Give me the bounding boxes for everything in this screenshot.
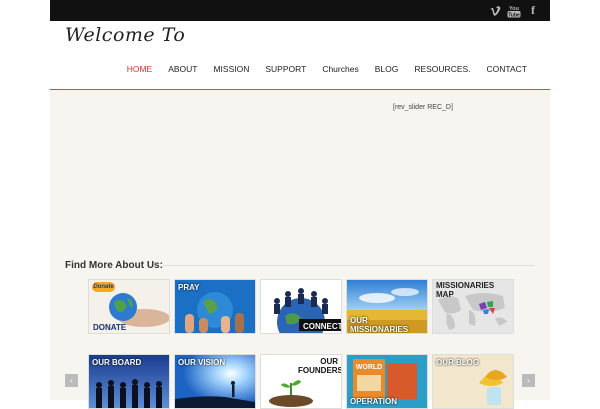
tile-missionaries-map-label: MISSIONARIES MAP <box>436 281 495 299</box>
tile-our-founders-label: OUR FOUNDERS <box>298 357 342 375</box>
nav-item-home[interactable]: HOME <box>119 64 161 74</box>
tile-our-vision[interactable]: OUR VISION <box>174 354 256 409</box>
carousel-prev-arrow[interactable]: ‹ <box>65 374 78 387</box>
donate-badge: Donate <box>92 282 115 292</box>
tile-connect-label: CONNECT <box>303 322 342 331</box>
tile-our-missionaries[interactable]: OUR MISSIONARIES <box>346 279 428 334</box>
section-divider <box>163 265 535 266</box>
facebook-icon-glyph: f <box>531 3 535 17</box>
tile-our-vision-label: OUR VISION <box>178 358 226 367</box>
tile-operation-world-label: OPERATION <box>350 397 397 406</box>
page-wrapper: You Tube f Welcome To HOME ABOUT MISSION… <box>50 0 550 409</box>
nav-item-blog[interactable]: BLOG <box>367 64 407 74</box>
youtube-icon-shape: You Tube <box>507 6 521 18</box>
tile-our-blog-label: OUR BLOG <box>436 358 480 367</box>
vimeo-icon-shape <box>490 5 500 16</box>
facebook-icon[interactable]: f <box>527 3 539 18</box>
tile-connect[interactable]: CONNECT <box>260 279 342 334</box>
nav-item-contact[interactable]: CONTACT <box>479 64 535 74</box>
tile-our-board-label: OUR BOARD <box>92 358 142 367</box>
nav-item-mission[interactable]: MISSION <box>205 64 257 74</box>
youtube-icon[interactable]: You Tube <box>506 3 522 18</box>
tile-missionaries-map[interactable]: MISSIONARIES MAP <box>432 279 514 334</box>
site-header: Welcome To HOME ABOUT MISSION SUPPORT Ch… <box>50 21 550 90</box>
vimeo-icon[interactable] <box>488 3 502 18</box>
tile-our-blog[interactable]: OUR BLOG <box>432 354 514 409</box>
nav-item-support[interactable]: SUPPORT <box>257 64 314 74</box>
tile-pray[interactable]: PRAY <box>174 279 256 334</box>
tile-our-missionaries-label: OUR MISSIONARIES <box>350 316 409 334</box>
tile-our-board[interactable]: OUR BOARD <box>88 354 170 409</box>
main-nav: HOME ABOUT MISSION SUPPORT Churches BLOG… <box>119 64 535 74</box>
tile-donate[interactable]: Donate DONATE <box>88 279 170 334</box>
nav-item-resources[interactable]: RESOURCES. <box>406 64 478 74</box>
tile-pray-label: PRAY <box>178 283 200 292</box>
tile-our-founders[interactable]: OUR FOUNDERS <box>260 354 342 409</box>
site-logo[interactable]: Welcome To <box>65 24 185 46</box>
operation-world-book-title: WORLD <box>355 364 383 371</box>
find-more-heading: Find More About Us: <box>65 260 163 271</box>
carousel-next-arrow[interactable]: › <box>522 374 535 387</box>
tile-donate-label: DONATE <box>93 323 127 332</box>
slider-shortcode-text: [rev_slider REC_D] <box>393 104 453 111</box>
nav-item-churches[interactable]: Churches <box>314 64 366 74</box>
youtube-icon-text-bottom: Tube <box>508 12 520 18</box>
top-bar: You Tube f <box>50 0 550 21</box>
tile-operation-world[interactable]: WORLD OPERATION <box>346 354 428 409</box>
nav-item-about[interactable]: ABOUT <box>160 64 205 74</box>
